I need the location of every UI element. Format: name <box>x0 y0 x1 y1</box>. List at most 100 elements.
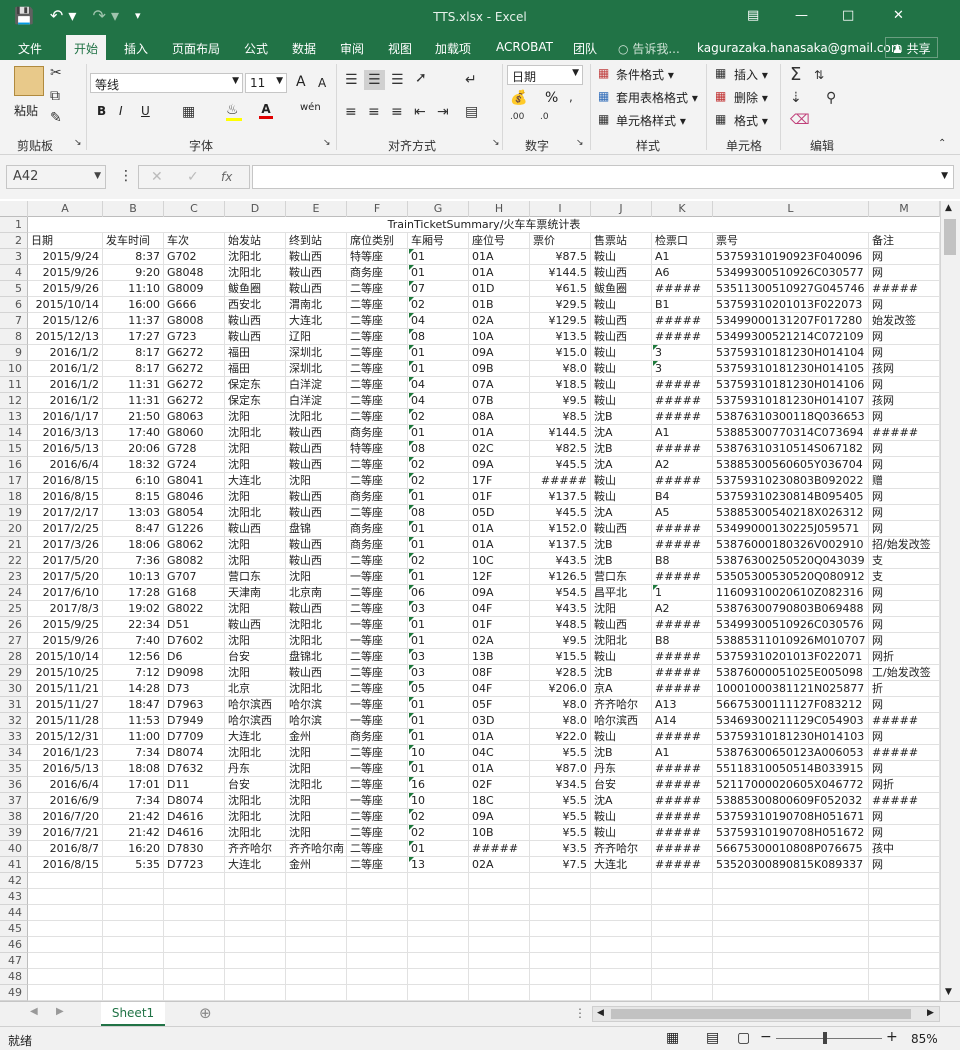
table-cell[interactable] <box>28 905 103 921</box>
table-cell[interactable] <box>286 985 347 1001</box>
table-cell[interactable]: 02C <box>469 441 530 457</box>
table-cell[interactable]: 沈阳北 <box>286 633 347 649</box>
table-cell[interactable]: 西安北 <box>225 297 286 313</box>
table-cell[interactable]: 网 <box>869 617 940 633</box>
table-cell[interactable]: 08F <box>469 665 530 681</box>
table-cell[interactable]: 2015/11/21 <box>28 681 103 697</box>
table-cell[interactable]: 商务座 <box>347 521 408 537</box>
table-cell[interactable]: 09A <box>469 585 530 601</box>
column-title-cell[interactable]: 备注 <box>869 233 940 249</box>
table-cell[interactable]: 哈尔滨西 <box>591 713 652 729</box>
table-cell[interactable]: 大连北 <box>225 857 286 873</box>
row-header[interactable]: 21 <box>0 537 28 553</box>
table-cell[interactable]: 营口东 <box>225 569 286 585</box>
table-cell[interactable]: 03 <box>408 649 469 665</box>
row-header[interactable]: 36 <box>0 777 28 793</box>
table-cell[interactable]: 二等座 <box>347 649 408 665</box>
table-cell[interactable]: ##### <box>652 761 713 777</box>
row-header[interactable]: 35 <box>0 761 28 777</box>
table-cell[interactable]: 03D <box>469 713 530 729</box>
table-cell[interactable]: 折 <box>869 681 940 697</box>
table-cell[interactable]: ##### <box>652 281 713 297</box>
paste-icon[interactable] <box>14 66 44 96</box>
table-cell[interactable]: G707 <box>164 569 225 585</box>
table-cell[interactable] <box>469 953 530 969</box>
table-cell[interactable]: 沈阳 <box>286 761 347 777</box>
table-cell[interactable]: 网 <box>869 297 940 313</box>
row-header[interactable]: 14 <box>0 425 28 441</box>
table-cell[interactable]: 金州 <box>286 857 347 873</box>
table-cell[interactable]: 网 <box>869 265 940 281</box>
table-cell[interactable]: 21:42 <box>103 809 164 825</box>
table-cell[interactable]: 53885300540218X026312 <box>713 505 869 521</box>
table-cell[interactable]: 鞍山 <box>591 249 652 265</box>
table-cell[interactable]: 齐齐哈尔 <box>591 697 652 713</box>
table-cell[interactable] <box>225 889 286 905</box>
row-header[interactable]: 4 <box>0 265 28 281</box>
table-cell[interactable]: 沈A <box>591 425 652 441</box>
table-cell[interactable] <box>347 905 408 921</box>
table-cell[interactable]: 04 <box>408 377 469 393</box>
zoom-in-icon[interactable]: + <box>886 1029 898 1045</box>
row-header[interactable]: 32 <box>0 713 28 729</box>
row-header[interactable]: 47 <box>0 953 28 969</box>
table-cell[interactable] <box>225 969 286 985</box>
table-cell[interactable]: G6272 <box>164 377 225 393</box>
table-cell[interactable]: 二等座 <box>347 473 408 489</box>
table-cell[interactable]: 商务座 <box>347 729 408 745</box>
decrease-decimal-icon[interactable]: .0 <box>540 112 549 122</box>
currency-icon[interactable]: 💰 <box>510 90 527 106</box>
table-cell[interactable]: G8060 <box>164 425 225 441</box>
scroll-up-icon[interactable]: ▲ <box>945 203 952 213</box>
table-cell[interactable]: 2016/5/13 <box>28 761 103 777</box>
column-title-cell[interactable]: 售票站 <box>591 233 652 249</box>
table-cell[interactable]: 2017/6/10 <box>28 585 103 601</box>
table-cell[interactable]: ¥18.5 <box>530 377 591 393</box>
table-cell[interactable]: D4616 <box>164 809 225 825</box>
row-header[interactable]: 46 <box>0 937 28 953</box>
table-cell[interactable] <box>347 953 408 969</box>
table-cell[interactable]: 网折 <box>869 777 940 793</box>
table-cell[interactable]: 鞍山西 <box>591 617 652 633</box>
shrink-font-button[interactable]: A <box>318 76 326 90</box>
zoom-out-icon[interactable]: − <box>760 1029 772 1045</box>
tell-me[interactable]: ○ 告诉我... <box>618 40 680 57</box>
table-cell[interactable] <box>469 937 530 953</box>
table-cell[interactable]: 2016/6/4 <box>28 777 103 793</box>
table-cell[interactable]: 02 <box>408 473 469 489</box>
table-cell[interactable]: 18C <box>469 793 530 809</box>
table-cell[interactable]: ¥206.0 <box>530 681 591 697</box>
table-cell[interactable]: 二等座 <box>347 409 408 425</box>
table-cell[interactable]: 13B <box>469 649 530 665</box>
table-cell[interactable]: 白洋淀 <box>286 393 347 409</box>
table-cell[interactable]: ¥43.5 <box>530 553 591 569</box>
column-header-b[interactable]: B <box>103 201 164 217</box>
insert-function-icon[interactable]: fx <box>221 170 232 184</box>
table-cell[interactable]: 8:47 <box>103 521 164 537</box>
sheet-tab-sheet1[interactable]: Sheet1 <box>101 1002 165 1026</box>
table-cell[interactable]: 二等座 <box>347 665 408 681</box>
table-cell[interactable]: ¥5.5 <box>530 825 591 841</box>
table-cell[interactable]: 2015/10/14 <box>28 297 103 313</box>
table-cell[interactable]: 二等座 <box>347 297 408 313</box>
table-cell[interactable]: 53759310201013F022071 <box>713 649 869 665</box>
table-cell[interactable]: 2017/2/17 <box>28 505 103 521</box>
table-cell[interactable]: 11:53 <box>103 713 164 729</box>
table-cell[interactable]: 鞍山 <box>591 649 652 665</box>
tab-review[interactable]: 审阅 <box>340 40 364 57</box>
align-left-icon[interactable]: ≡ <box>345 104 357 120</box>
table-cell[interactable]: 01F <box>469 489 530 505</box>
table-cell[interactable]: 沈阳北 <box>286 681 347 697</box>
table-cell[interactable]: ¥15.5 <box>530 649 591 665</box>
table-cell[interactable]: 沈阳 <box>225 457 286 473</box>
table-cell[interactable]: 08 <box>408 441 469 457</box>
table-cell[interactable]: 孩中 <box>869 841 940 857</box>
table-cell[interactable]: A1 <box>652 745 713 761</box>
table-cell[interactable]: 2017/3/26 <box>28 537 103 553</box>
sort-filter-icon[interactable]: ⇅ <box>814 68 824 82</box>
table-cell[interactable]: 大连北 <box>591 857 652 873</box>
table-cell[interactable]: 19:02 <box>103 601 164 617</box>
column-header-a[interactable]: A <box>28 201 103 217</box>
row-header[interactable]: 24 <box>0 585 28 601</box>
table-cell[interactable]: 01A <box>469 425 530 441</box>
